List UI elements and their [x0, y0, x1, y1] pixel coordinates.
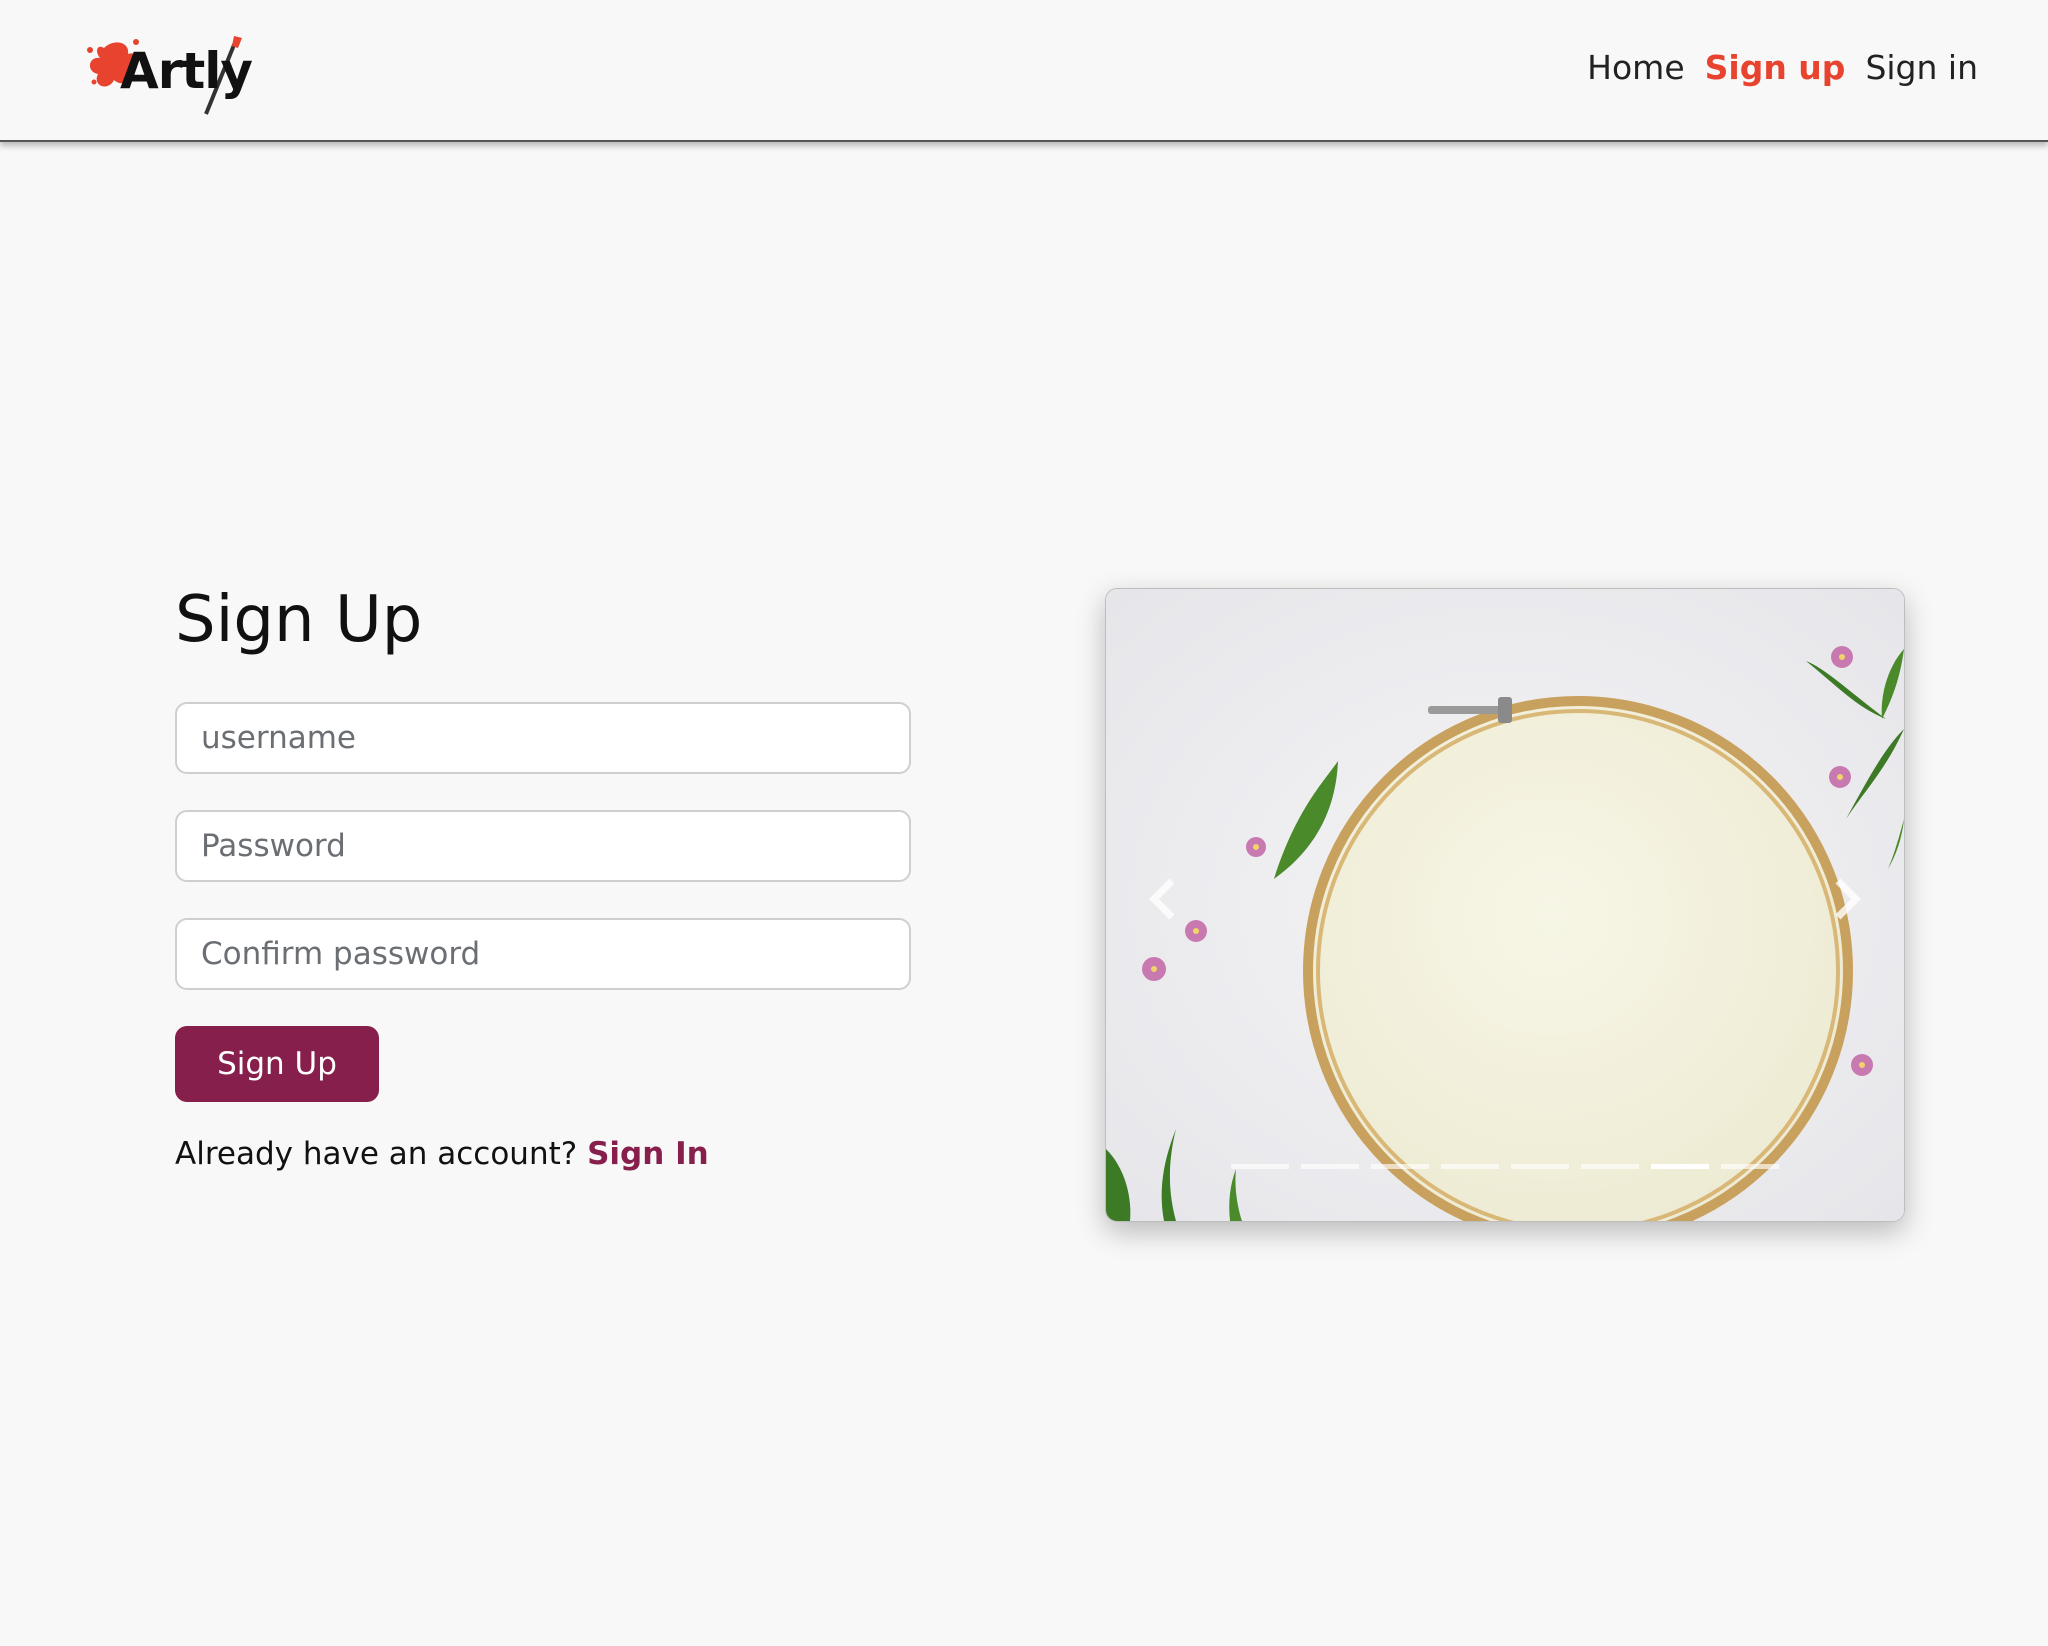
image-carousel	[1105, 588, 1905, 1222]
carousel-indicator[interactable]	[1511, 1164, 1569, 1169]
carousel-indicator[interactable]	[1721, 1164, 1779, 1169]
carousel-indicators	[1106, 1164, 1904, 1169]
carousel-prev-button[interactable]	[1134, 869, 1194, 929]
chevron-right-icon	[1835, 878, 1861, 920]
navbar: Artly Home Sign up Sign in	[0, 0, 2048, 142]
signin-link[interactable]: Sign In	[587, 1136, 709, 1172]
signin-prompt: Already have an account? Sign In	[175, 1136, 709, 1172]
already-text: Already have an account?	[175, 1136, 578, 1172]
confirm-password-input[interactable]	[175, 918, 911, 990]
carousel-indicator[interactable]	[1301, 1164, 1359, 1169]
username-input[interactable]	[175, 702, 911, 774]
carousel-indicator[interactable]	[1581, 1164, 1639, 1169]
carousel-indicator[interactable]	[1441, 1164, 1499, 1169]
carousel-next-button[interactable]	[1816, 869, 1876, 929]
brand-name: Artly	[120, 42, 253, 100]
carousel-indicator[interactable]	[1371, 1164, 1429, 1169]
artly-logo[interactable]: Artly	[86, 34, 256, 120]
chevron-left-icon	[1149, 878, 1175, 920]
nav-signup[interactable]: Sign up	[1705, 48, 1846, 87]
carousel-indicator[interactable]	[1231, 1164, 1289, 1169]
nav-home[interactable]: Home	[1587, 48, 1684, 87]
embroidery-hoop-image	[1106, 589, 1904, 1221]
password-input[interactable]	[175, 810, 911, 882]
signup-button[interactable]: Sign Up	[175, 1026, 379, 1102]
nav-signin[interactable]: Sign in	[1865, 48, 1978, 87]
carousel-indicator[interactable]	[1651, 1164, 1709, 1169]
nav-links: Home Sign up Sign in	[1587, 48, 1978, 87]
page-title: Sign Up	[175, 583, 423, 657]
signup-form: Sign Up Sign Up Already have an account?…	[175, 583, 915, 1172]
